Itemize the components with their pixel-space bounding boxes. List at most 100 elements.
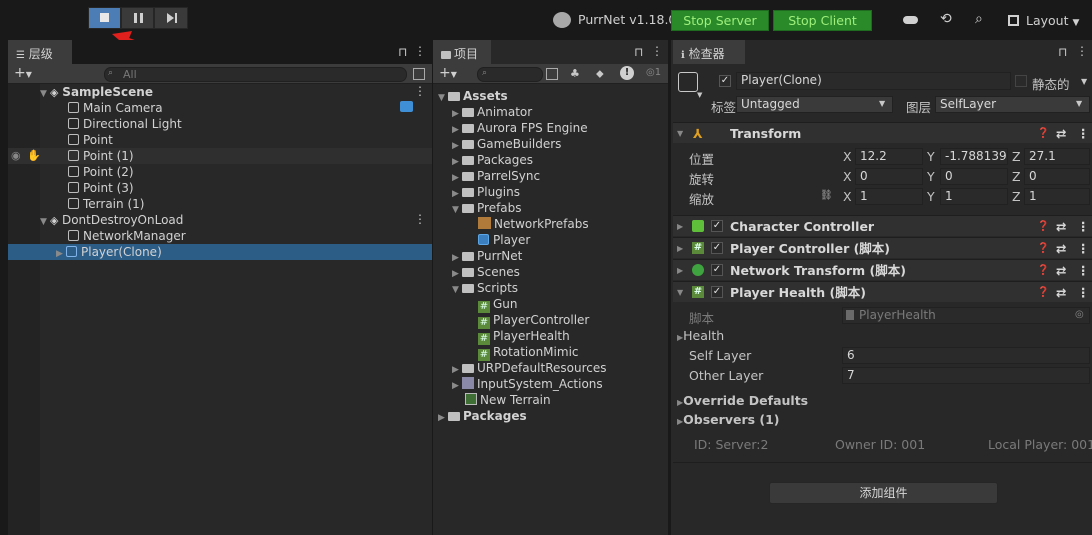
hierarchy-item-selected[interactable]: ▶ Player(Clone) [8,244,432,260]
more-icon[interactable]: ⋮ [651,44,663,58]
add-button[interactable]: +▼ [439,65,457,81]
hierarchy-item[interactable]: Terrain (1) [68,196,144,212]
project-asset[interactable]: # PlayerHealth [478,328,570,345]
scene-row[interactable]: ▼ ◈ DontDestroyOnLoad [40,212,183,228]
filter-icon[interactable] [413,68,425,80]
lock-icon[interactable]: ⊓ [1058,45,1067,59]
add-button[interactable]: +▼ [14,65,32,81]
self-layer-field[interactable]: 6 [842,347,1090,364]
scene-row[interactable]: ▼ ◈ SampleScene [40,84,432,100]
project-asset[interactable]: NetworkPrefabs [478,216,589,232]
hidden-count-icon[interactable]: ◎1 [646,67,661,78]
project-folder[interactable]: ▶ Plugins [452,184,520,200]
player-controller-header[interactable]: ▶ # ✓ Player Controller (脚本) ❓ ⇄ ⋮ [673,237,1092,258]
eye-icon[interactable]: ◉ [11,149,21,162]
filter-type-icon[interactable]: ♣ [570,67,580,80]
component-menu-icon[interactable]: ⋮ [1077,216,1090,237]
static-dropdown-icon[interactable]: ▼ [1081,77,1087,86]
preset-icon[interactable]: ⇄ [1056,238,1066,259]
project-folder[interactable]: ▶ Animator [452,104,532,120]
active-checkbox[interactable]: ✓ [719,75,731,87]
hand-icon[interactable]: ✋ [27,149,41,162]
other-layer-field[interactable]: 7 [842,367,1090,384]
component-menu-icon[interactable]: ⋮ [1077,238,1090,259]
project-folder[interactable]: ▶ Scenes [452,264,520,280]
help-icon[interactable]: ❓ [1037,260,1049,281]
project-asset[interactable]: ▶ InputSystem_Actions [452,376,603,392]
hierarchy-item[interactable]: Point (3) [68,180,134,196]
component-menu-icon[interactable]: ⋮ [1077,282,1090,303]
component-menu-icon[interactable]: ⋮ [1077,123,1090,144]
hierarchy-item[interactable]: NetworkManager [68,228,186,244]
project-folder[interactable]: ▼ Assets [438,88,508,104]
help-icon[interactable]: ❓ [1037,238,1049,259]
health-foldout[interactable]: ▶Health [677,328,724,343]
transform-header[interactable]: ▼ ⅄ Transform ❓ ⇄ ⋮ [673,122,1092,143]
project-folder[interactable]: ▶ Packages [438,408,527,424]
link-icon[interactable]: ⛓ [820,190,833,201]
layer-dropdown[interactable]: SelfLayer [935,96,1090,113]
project-asset[interactable]: New Terrain [465,392,551,408]
add-component-button[interactable]: 添加组件 [769,482,998,504]
project-folder[interactable]: ▶ ParrelSync [452,168,540,184]
hierarchy-item[interactable]: Main Camera [68,100,163,116]
object-name-input[interactable]: Player(Clone) [736,72,1011,90]
label-tag-icon[interactable]: ⬥ [596,67,604,81]
preset-icon[interactable]: ⇄ [1056,260,1066,281]
hierarchy-search-input[interactable]: All [104,67,407,82]
preset-icon[interactable]: ⇄ [1056,123,1066,144]
player-health-header[interactable]: ▼ # ✓ Player Health (脚本) ❓ ⇄ ⋮ [673,281,1092,302]
project-asset[interactable]: # Gun [478,296,518,313]
project-folder[interactable]: ▶ Aurora FPS Engine [452,120,588,136]
lock-icon[interactable]: ⊓ [634,45,643,59]
help-icon[interactable]: ❓ [1037,216,1049,237]
tab-project[interactable]: 项目 [433,40,491,64]
project-folder[interactable]: ▶ PurrNet [452,248,522,264]
tag-dropdown[interactable]: Untagged [736,96,893,113]
gameobject-icon[interactable] [678,72,698,92]
more-icon[interactable]: ⋮ [1076,44,1088,58]
hierarchy-item[interactable]: Point [68,132,113,148]
component-enabled-checkbox[interactable]: ✓ [711,264,723,276]
override-defaults-foldout[interactable]: ▶Override Defaults [677,393,808,408]
hierarchy-item[interactable]: Point (1) [68,148,134,164]
scale-y-field[interactable]: 1 [940,188,1008,205]
lock-icon[interactable]: ⊓ [398,45,407,59]
preset-icon[interactable]: ⇄ [1056,282,1066,303]
rotation-y-field[interactable]: 0 [940,168,1008,185]
project-folder[interactable]: ▶ URPDefaultResources [452,360,607,376]
rotation-z-field[interactable]: 0 [1024,168,1090,185]
help-icon[interactable]: ❓ [1037,282,1049,303]
tab-inspector[interactable]: ℹ 检查器 [673,40,745,64]
scale-x-field[interactable]: 1 [855,188,923,205]
scale-z-field[interactable]: 1 [1024,188,1090,205]
position-y-field[interactable]: -1.788139e [940,148,1008,165]
project-asset[interactable]: Player [478,232,530,248]
component-menu-icon[interactable]: ⋮ [1077,260,1090,281]
static-checkbox[interactable] [1015,75,1027,87]
tab-hierarchy[interactable]: ☰ 层级 [8,40,72,64]
more-icon[interactable]: ⋮ [414,44,426,58]
search-by-type-icon[interactable] [546,68,558,80]
component-enabled-checkbox[interactable]: ✓ [711,242,723,254]
network-transform-header[interactable]: ▶ ✓ Network Transform (脚本) ❓ ⇄ ⋮ [673,259,1092,280]
hierarchy-item[interactable]: Point (2) [68,164,134,180]
project-folder[interactable]: ▼ Prefabs [452,200,522,216]
project-folder[interactable]: ▶ Packages [452,152,533,168]
project-folder[interactable]: ▶ GameBuilders [452,136,561,152]
project-folder[interactable]: ▼ Scripts [452,280,518,296]
scene-more-icon[interactable]: ⋮ [414,212,426,226]
position-z-field[interactable]: 27.1 [1024,148,1090,165]
hierarchy-item[interactable]: Directional Light [68,116,182,132]
character-controller-header[interactable]: ▶ ✓ Character Controller ❓ ⇄ ⋮ [673,215,1092,236]
project-asset[interactable]: # RotationMimic [478,344,579,361]
observers-foldout[interactable]: ▶Observers (1) [677,412,780,427]
component-enabled-checkbox[interactable]: ✓ [711,220,723,232]
warning-icon[interactable]: ! [620,66,634,80]
project-asset[interactable]: # PlayerController [478,312,589,329]
help-icon[interactable]: ❓ [1037,123,1049,144]
object-picker-icon[interactable]: ◎ [1075,309,1084,320]
preset-icon[interactable]: ⇄ [1056,216,1066,237]
position-x-field[interactable]: 12.2 [855,148,923,165]
component-enabled-checkbox[interactable]: ✓ [711,286,723,298]
